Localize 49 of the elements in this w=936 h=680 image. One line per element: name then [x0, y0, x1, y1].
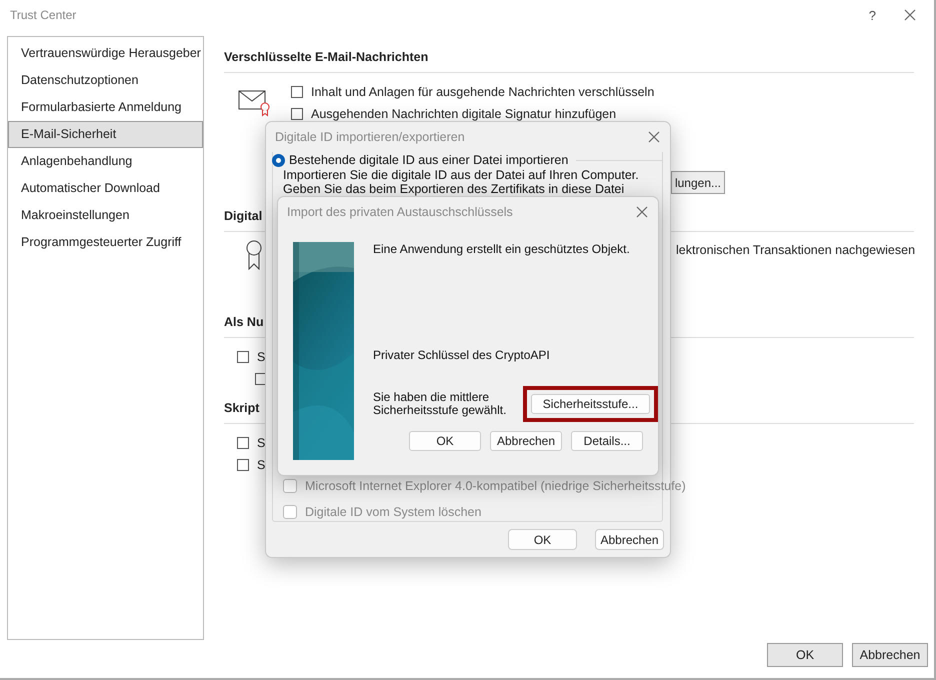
checkbox[interactable]	[237, 437, 249, 449]
checkbox[interactable]	[237, 459, 249, 471]
checkbox-label: Inhalt und Anlagen für ausgehende Nachrichten verschlüsseln	[311, 85, 654, 99]
checkbox-label: S	[257, 458, 266, 472]
ribbon-icon	[246, 240, 262, 270]
section-heading: Verschlüsselte E-Mail-Nachrichten	[224, 49, 428, 65]
checkbox-label: Ausgehenden Nachrichten digitale Signatur hinzufügen	[311, 107, 616, 121]
sidebar-item[interactable]: Makroeinstellungen	[8, 202, 203, 229]
checkbox-label: Digitale ID vom System löschen	[305, 505, 482, 519]
security-level-button[interactable]: Sicherheitsstufe...	[531, 394, 650, 414]
dialog-button[interactable]: OK	[508, 529, 577, 550]
sidebar-item[interactable]: Datenschutzoptionen	[8, 67, 203, 94]
security-level-text: Sie haben die mittlere Sicherheitsstufe gewählt.	[373, 391, 508, 417]
sidebar-item[interactable]: Vertrauenswürdige Herausgeber	[8, 40, 203, 67]
close-icon[interactable]	[648, 131, 660, 143]
message-text: Eine Anwendung erstellt ein geschütztes Objekt.	[373, 242, 631, 256]
radio-label: Bestehende digitale ID aus einer Datei importieren	[289, 153, 568, 167]
sidebar-item[interactable]: Programmgesteuerter Zugriff	[8, 229, 203, 256]
window-title: Trust Center	[10, 8, 76, 22]
section-heading: Digital	[224, 208, 262, 224]
sidebar-item[interactable]: E-Mail-Sicherheit	[8, 121, 203, 148]
checkbox-label: Microsoft Internet Explorer 4.0-kompatibel (niedrige Sicherheitsstufe)	[305, 479, 686, 493]
checkbox-label: S	[257, 436, 266, 450]
dialog-button[interactable]: OK	[767, 643, 843, 667]
checkbox-label: S	[257, 350, 266, 364]
dialog-title: Import des privaten Austauschschlüssels	[287, 205, 513, 219]
key-name-text: Privater Schlüssel des CryptoAPI	[373, 348, 551, 362]
description-text: Importieren Sie die digitale ID aus der Datei auf Ihren Computer.	[283, 168, 640, 182]
checkbox[interactable]	[291, 86, 303, 98]
section-heading: Als Nu	[224, 314, 264, 330]
dialog-button[interactable]: Abbrechen	[490, 431, 562, 451]
dialog-button[interactable]: Abbrechen	[852, 643, 928, 667]
section-heading: Skript	[224, 400, 260, 416]
dialog-button[interactable]: Details...	[571, 431, 643, 451]
settings-button[interactable]: lungen...	[671, 171, 725, 194]
dialog-button[interactable]: OK	[409, 431, 481, 451]
close-icon[interactable]	[636, 206, 648, 218]
help-button[interactable]: ?	[868, 8, 876, 22]
sidebar-item[interactable]: Anlagenbehandlung	[8, 148, 203, 175]
dialog-title: Digitale ID importieren/exportieren	[275, 130, 465, 144]
sidebar-item[interactable]: Automatischer Download	[8, 175, 203, 202]
sidebar-item[interactable]: Formularbasierte Anmeldung	[8, 94, 203, 121]
description-text: lektronischen Transaktionen nachgewiesen	[676, 243, 916, 257]
radio-button[interactable]	[272, 154, 285, 166]
dialog-button[interactable]: Abbrechen	[595, 529, 664, 550]
description-text: Geben Sie das beim Exportieren des Zertifikats in diese Datei	[283, 182, 626, 196]
checkbox[interactable]	[237, 351, 249, 363]
close-icon[interactable]	[904, 9, 916, 21]
checkbox[interactable]	[291, 108, 303, 120]
